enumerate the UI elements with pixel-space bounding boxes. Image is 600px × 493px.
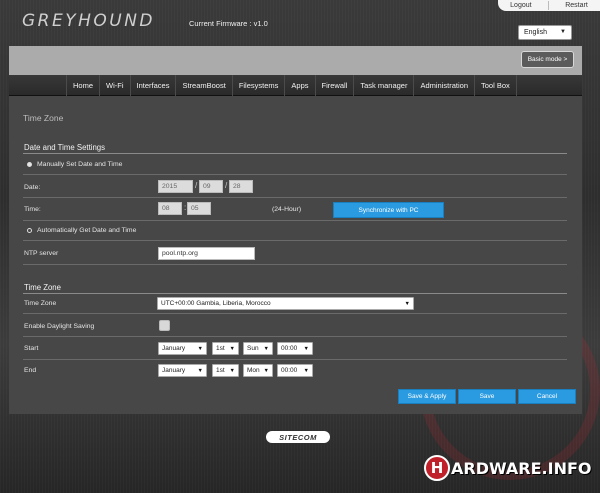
start-time-select[interactable]: 00:00 ▼ [277, 342, 313, 355]
start-month-value: January [162, 345, 186, 352]
save-button[interactable]: Save [458, 389, 516, 404]
chevron-down-icon: ▼ [404, 300, 410, 307]
row-divider [23, 313, 567, 314]
nav-interfaces[interactable]: Interfaces [129, 75, 176, 96]
start-label: Start [24, 345, 39, 352]
cancel-button[interactable]: Cancel [518, 389, 576, 404]
save-apply-button[interactable]: Save & Apply [398, 389, 456, 404]
chevron-down-icon: ▼ [263, 367, 269, 374]
language-value: English [524, 29, 547, 36]
end-time-value: 00:00 [281, 367, 298, 374]
nav-streamboost[interactable]: StreamBoost [175, 75, 231, 96]
row-divider [23, 359, 567, 360]
end-label: End [24, 367, 37, 374]
nav-task-manager[interactable]: Task manager [353, 75, 413, 96]
end-week-value: 1st [216, 367, 225, 374]
datetime-section-title: Date and Time Settings [24, 143, 106, 152]
page-title: Time Zone [23, 113, 64, 123]
time-separator: : [184, 203, 187, 212]
chevron-down-icon: ▼ [229, 367, 235, 374]
timezone-section-title: Time Zone [24, 283, 61, 292]
nav-firewall[interactable]: Firewall [314, 75, 354, 96]
auto-radio-row[interactable]: Automatically Get Date and Time [27, 227, 136, 234]
row-divider [23, 264, 567, 265]
daylight-saving-checkbox[interactable] [159, 320, 170, 331]
content-panel: Time Zone Date and Time Settings Manuall… [9, 96, 582, 414]
logout-link[interactable]: Logout [510, 2, 531, 9]
auto-label: Automatically Get Date and Time [37, 227, 137, 234]
dst-label: Enable Daylight Saving [24, 323, 95, 330]
sitecom-logo: SITECOM [266, 431, 330, 443]
chevron-down-icon: ▼ [303, 367, 309, 374]
section-divider [23, 293, 567, 294]
row-divider [23, 174, 567, 175]
chevron-down-icon: ▼ [197, 367, 203, 374]
hwinfo-badge-icon: H [424, 455, 450, 481]
end-day-value: Mon [247, 367, 260, 374]
restart-link[interactable]: Restart [565, 2, 588, 9]
time-label: Time: [24, 206, 41, 213]
firmware-version: Current Firmware : v1.0 [189, 19, 268, 28]
time-minute-field[interactable]: 05 [187, 202, 211, 215]
start-week-value: 1st [216, 345, 225, 352]
chevron-down-icon: ▼ [263, 345, 269, 352]
hardware-info-watermark: H ARDWARE.INFO [424, 455, 592, 481]
start-day-select[interactable]: Sun ▼ [243, 342, 273, 355]
nav-tool-box[interactable]: Tool Box [474, 75, 517, 96]
start-week-select[interactable]: 1st ▼ [212, 342, 239, 355]
timezone-select[interactable]: UTC+00:00 Gambia, Liberia, Morocco ▼ [157, 297, 414, 310]
row-divider [23, 220, 567, 221]
start-month-select[interactable]: January ▼ [158, 342, 207, 355]
nav-apps[interactable]: Apps [284, 75, 314, 96]
row-divider [23, 240, 567, 241]
start-day-value: Sun [247, 345, 259, 352]
row-divider [23, 197, 567, 198]
nav-wifi[interactable]: Wi-Fi [99, 75, 130, 96]
end-week-select[interactable]: 1st ▼ [212, 364, 239, 377]
ntp-label: NTP server [24, 250, 59, 257]
end-month-value: January [162, 367, 186, 374]
date-separator: / [195, 181, 198, 190]
hwinfo-text: ARDWARE.INFO [451, 458, 592, 478]
greyhound-logo: GREYHOUND [22, 11, 156, 31]
header: GREYHOUND Current Firmware : v1.0 Logout… [0, 0, 600, 46]
date-year-field[interactable]: 2015 [158, 180, 193, 193]
ntp-server-input[interactable]: pool.ntp.org [158, 247, 255, 260]
time-hour-field[interactable]: 08 [158, 202, 182, 215]
section-divider [23, 153, 567, 154]
divider [547, 1, 549, 10]
date-separator: / [225, 181, 228, 190]
end-time-select[interactable]: 00:00 ▼ [277, 364, 313, 377]
start-time-value: 00:00 [281, 345, 298, 352]
basic-mode-button[interactable]: Basic mode > [521, 51, 574, 68]
sync-with-pc-button[interactable]: Synchronize with PC [333, 202, 444, 218]
chevron-down-icon: ▼ [197, 345, 203, 352]
chevron-down-icon: ▼ [229, 345, 235, 352]
date-label: Date: [24, 184, 41, 191]
timezone-value: UTC+00:00 Gambia, Liberia, Morocco [161, 300, 271, 307]
chevron-down-icon: ▼ [303, 345, 309, 352]
nav-home[interactable]: Home [66, 75, 99, 96]
tz-label: Time Zone [24, 300, 57, 307]
end-month-select[interactable]: January ▼ [158, 364, 207, 377]
time-format-note: (24-Hour) [272, 206, 302, 213]
nav-administration[interactable]: Administration [413, 75, 474, 96]
row-divider [23, 336, 567, 337]
date-month-field[interactable]: 09 [199, 180, 223, 193]
date-day-field[interactable]: 28 [229, 180, 253, 193]
top-links: Logout Restart [498, 0, 600, 11]
nav-filesystems[interactable]: Filesystems [231, 75, 285, 96]
manual-radio[interactable] [27, 162, 32, 167]
chevron-down-icon: ▼ [560, 29, 566, 35]
manual-radio-row[interactable]: Manually Set Date and Time [27, 161, 122, 168]
end-day-select[interactable]: Mon ▼ [243, 364, 273, 377]
main-nav: Home Wi-Fi Interfaces StreamBoost Filesy… [9, 75, 582, 96]
manual-label: Manually Set Date and Time [37, 161, 123, 168]
page-background: GREYHOUND Current Firmware : v1.0 Logout… [0, 0, 600, 493]
mode-band [9, 46, 582, 75]
auto-radio[interactable] [27, 228, 32, 233]
language-select[interactable]: English ▼ [518, 25, 572, 40]
